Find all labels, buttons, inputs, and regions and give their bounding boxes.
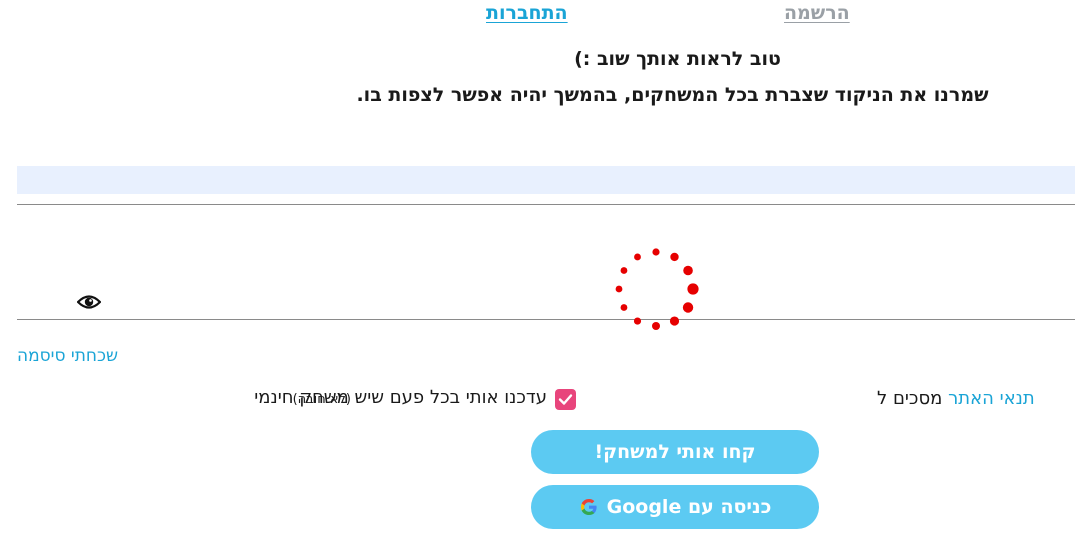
play-button-label: קחו אותי למשחק!	[594, 441, 756, 463]
forgot-password-link[interactable]: שכחתי סיסמה	[17, 346, 118, 366]
spinner-dot	[634, 253, 641, 261]
spinner-dot	[633, 317, 642, 325]
google-login-button[interactable]: כניסה עם Google	[531, 485, 819, 529]
tab-login[interactable]: התחברות	[486, 2, 568, 24]
spinner-dot	[687, 283, 699, 295]
tab-register[interactable]: הרשמה	[784, 2, 850, 24]
spinner-dot	[652, 248, 660, 256]
eye-icon[interactable]	[76, 292, 102, 312]
score-saved-message: שמרנו את הניקוד שצברת בכל המשחקים, בהמשך…	[356, 84, 989, 106]
terms-agreement: תנאי האתר מסכים ל	[877, 388, 1035, 409]
google-icon	[580, 499, 597, 515]
welcome-message: טוב לראות אותך שוב :)	[574, 48, 781, 70]
password-field[interactable]	[17, 205, 1075, 321]
play-button[interactable]: קחו אותי למשחק!	[531, 430, 819, 474]
spinner-dot	[669, 316, 680, 326]
spinner-dot	[620, 267, 628, 274]
loading-spinner	[615, 248, 699, 330]
spinner-dot	[652, 322, 660, 330]
notify-optional-note: (לא חובה)	[292, 392, 351, 407]
terms-prefix-text: מסכים ל	[877, 388, 943, 409]
spinner-dot	[615, 285, 623, 293]
notify-label: עדכנו אותי בכל פעם שיש משחק חינמי	[254, 387, 547, 408]
terms-link[interactable]: תנאי האתר	[948, 388, 1035, 409]
email-field[interactable]	[17, 166, 1075, 194]
spinner-dot	[670, 252, 679, 262]
password-underline	[17, 319, 1075, 320]
spinner-dot	[683, 265, 693, 276]
google-button-label: כניסה עם Google	[606, 496, 772, 518]
spinner-dot	[620, 304, 628, 311]
checkmark-icon	[558, 394, 573, 405]
spinner-dot	[682, 302, 694, 313]
notify-checkbox[interactable]	[555, 389, 576, 410]
